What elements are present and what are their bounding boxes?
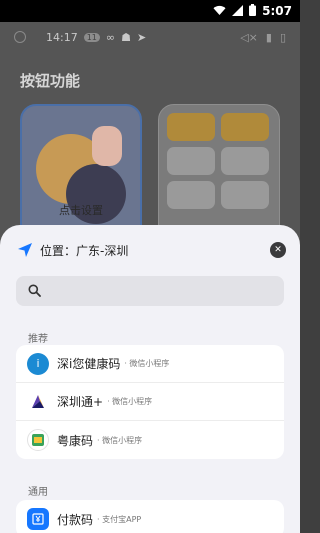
item-name: 粤康码 [57,433,94,448]
item-name: 深i您健康码 [57,357,121,371]
close-button[interactable]: ✕ [270,242,286,258]
item-name: 付款码 [57,512,94,527]
item-source: · 支付宝APP [97,514,142,524]
link-icon: ∞ [105,30,116,44]
wifi-icon [213,5,226,18]
signal-icon [232,4,244,18]
general-list: 付款码 · 支付宝APP [16,500,284,533]
section-title: 按钮功能 [20,72,81,90]
battery-icon [249,4,257,18]
list-item-yuekang-code[interactable]: 粤康码 · 微信小程序 [16,421,284,459]
alipay-payment-code-icon [27,508,49,530]
background-status-bar: 14:17 11 ∞ ☗ ➤ ◁× ▮ ▯ [0,22,300,52]
item-source: · 微信小程序 [97,435,143,445]
recommended-list: i 深i您健康码 · 微信小程序 深圳通+ · 微信小程序 粤康码 · 微信小程… [16,345,284,459]
yuekang-code-icon [27,429,49,451]
list-item-shenzhentong[interactable]: 深圳通+ · 微信小程序 [16,383,284,421]
background-signal-icon: ▮ [265,30,272,44]
sheet-header: 位置：广东-深圳 ✕ [16,239,286,261]
list-item-payment-code[interactable]: 付款码 · 支付宝APP [16,500,284,533]
shenzhen-health-code-icon: i [27,352,49,375]
location-sheet: 位置：广东-深圳 ✕ 推荐 i 深i您健康码 · 微信小程序 深圳通+ · 微信… [0,225,300,533]
android-icon: ☗ [121,30,131,44]
search-bar[interactable] [16,276,284,306]
location-arrow-icon [16,241,34,259]
background-time: 14:17 [46,30,78,44]
search-icon [28,282,41,301]
status-bar: 5:07 [0,0,300,22]
section-recommended-title: 推荐 [28,334,48,345]
card-label: 点击设置 [59,204,103,217]
item-source: · 微信小程序 [107,397,153,406]
item-source: · 微信小程序 [124,359,170,368]
shenzhentong-icon [27,390,49,413]
item-name: 深圳通+ [57,395,104,409]
circle-icon [14,31,26,43]
location-label: 位置：广东-深圳 [40,243,129,258]
navigation-icon: ➤ [136,30,147,44]
mute-icon: ◁× [240,30,258,44]
search-input[interactable] [49,284,269,298]
background-battery-icon: ▯ [279,30,286,44]
notification-badge: 11 [83,32,100,42]
list-item-shenzhen-health-code[interactable]: i 深i您健康码 · 微信小程序 [16,345,284,383]
close-icon: ✕ [274,245,282,255]
status-time: 5:07 [262,4,292,18]
section-general-title: 通用 [28,487,48,498]
